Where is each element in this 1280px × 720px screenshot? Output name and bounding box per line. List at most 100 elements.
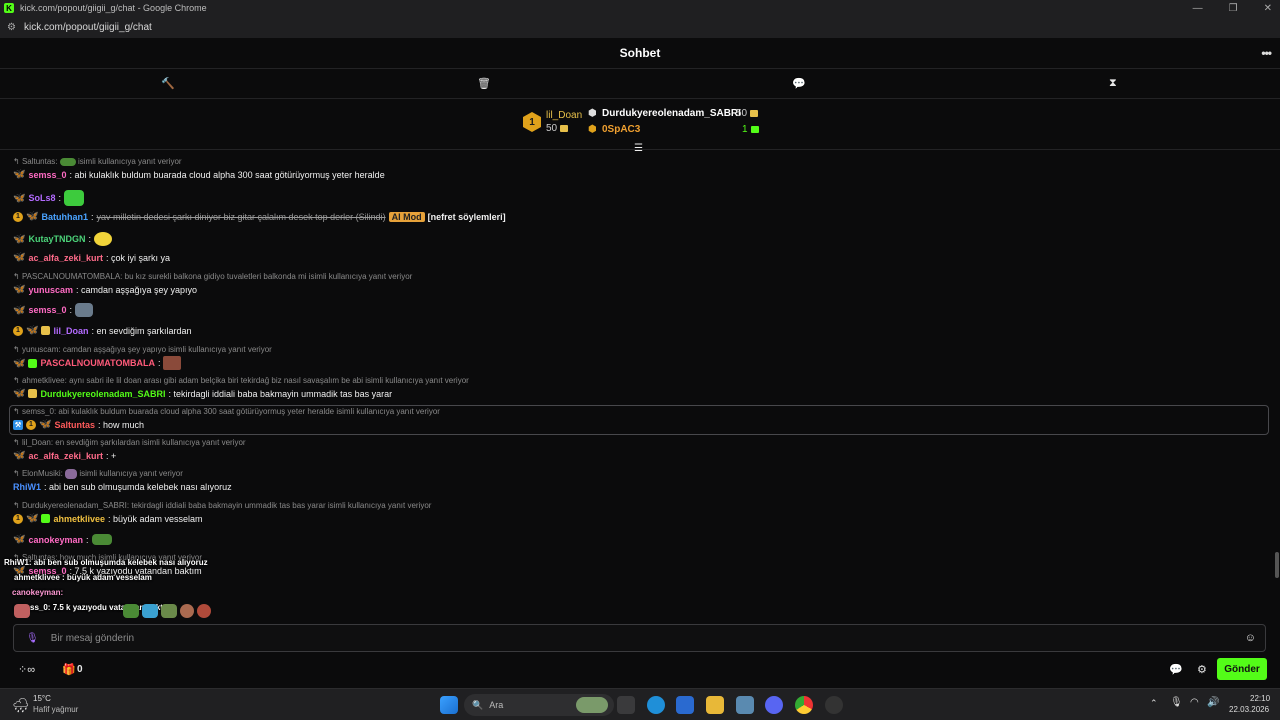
windows-start-icon[interactable] bbox=[440, 696, 458, 714]
butterfly-badge-icon: 🦋 bbox=[26, 211, 39, 222]
leader-third-amount: 1 bbox=[742, 124, 759, 135]
emote bbox=[65, 469, 78, 479]
username[interactable]: Durdukyereolenadam_SABRI bbox=[40, 389, 165, 399]
taskbar-search[interactable]: 🔍 Ara bbox=[464, 694, 614, 716]
tray-chevron-icon[interactable]: ⌃ bbox=[1150, 698, 1158, 709]
maximize-icon[interactable]: ❐ bbox=[1229, 3, 1238, 14]
leader-first-name[interactable]: lil_Doan bbox=[546, 110, 582, 121]
butterfly-badge-icon: 🦋 bbox=[26, 325, 39, 336]
chat-message: 🦋 canokeyman: bbox=[13, 534, 112, 545]
leader-second-amount: 50 bbox=[736, 108, 759, 119]
hourglass-icon[interactable]: ⧗ bbox=[1109, 77, 1117, 90]
gift-badge-icon bbox=[41, 514, 51, 523]
edge-icon[interactable] bbox=[647, 696, 665, 714]
moderation-reason: [nefret söylemleri] bbox=[427, 211, 506, 222]
username[interactable]: ac_alfa_zeki_kurt bbox=[28, 451, 103, 461]
trash-icon[interactable]: 🗑 bbox=[477, 77, 491, 90]
leader-third-name[interactable]: 0SpAC3 bbox=[602, 124, 640, 135]
butterfly-badge-icon: 🦋 bbox=[13, 169, 26, 180]
gift-icon[interactable]: 🎁 bbox=[62, 663, 76, 676]
coin-icon bbox=[750, 109, 759, 117]
chat-settings-bubble-icon[interactable]: 💬 bbox=[1169, 663, 1183, 676]
window-titlebar: K kick.com/popout/giigii_g/chat - Google… bbox=[0, 0, 1280, 16]
tray-microphone-icon[interactable]: 🎙 bbox=[1170, 697, 1183, 708]
username[interactable]: Saltuntas bbox=[54, 420, 95, 430]
microphone-icon[interactable]: 🎙 bbox=[26, 633, 39, 644]
butterfly-badge-icon: 🦋 bbox=[13, 252, 26, 263]
leader-second-name[interactable]: Durdukyereolenadam_SABRI bbox=[602, 108, 741, 119]
reply-context: ↰ ElonMusiki: isimli kullanıcıya yanıt v… bbox=[13, 469, 183, 479]
username[interactable]: Batuhhan1 bbox=[41, 212, 88, 222]
username[interactable]: ac_alfa_zeki_kurt bbox=[28, 253, 103, 263]
username[interactable]: ahmetklivee bbox=[53, 514, 105, 524]
butterfly-badge-icon: 🦋 bbox=[13, 388, 26, 399]
chat-bubble-icon[interactable]: 💬 bbox=[792, 77, 806, 90]
username[interactable]: lil_Doan bbox=[53, 326, 88, 336]
volume-icon[interactable]: 🔊 bbox=[1207, 697, 1219, 708]
reply-context: ↰ Saltuntas: isimli kullanıcıya yanıt ve… bbox=[13, 157, 182, 166]
address-bar[interactable]: ⚙ kick.com/popout/giigii_g/chat bbox=[0, 16, 1280, 38]
wifi-icon[interactable]: ◠ bbox=[1190, 697, 1199, 708]
message-text: : camdan aşşağıya şey yapıyo bbox=[75, 284, 198, 295]
chat-message: 1 🦋 Batuhhan1: yav milletin dedesi şarkı di… bbox=[13, 211, 506, 222]
store-icon[interactable] bbox=[676, 696, 694, 714]
app-icon[interactable] bbox=[825, 696, 843, 714]
emote bbox=[91, 534, 112, 545]
butterfly-badge-icon: 🦋 bbox=[13, 357, 26, 369]
more-options-icon[interactable]: ••• bbox=[1261, 46, 1272, 60]
clock-time[interactable]: 22:10 bbox=[1250, 694, 1270, 703]
butterfly-badge-icon: 🦋 bbox=[13, 534, 26, 545]
weather-icon[interactable]: 🌧 bbox=[12, 697, 30, 714]
search-highlight-icon bbox=[576, 697, 608, 713]
chat-message: RhiW1: abi ben sub olmuşumda kelebek nas… bbox=[13, 482, 232, 492]
rank-badge-icon: 1 bbox=[13, 211, 23, 222]
message-text: : en sevdiğim şarkılardan bbox=[91, 325, 192, 336]
chat-message: 🦋 yunuscam: camdan aşşağıya şey yapıyo bbox=[13, 284, 197, 295]
app-icon[interactable] bbox=[736, 696, 754, 714]
message-text: : + bbox=[106, 450, 117, 461]
gear-icon[interactable]: ⚙ bbox=[1197, 663, 1207, 676]
close-icon[interactable]: ✕ bbox=[1264, 3, 1272, 14]
message-text: : büyük adam vesselam bbox=[107, 513, 203, 524]
reply-context: ↰ Durdukyereolenadam_SABRI: tekirdagli i… bbox=[13, 501, 432, 510]
username[interactable]: semss_0 bbox=[28, 305, 66, 315]
kick-logo-icon: K bbox=[4, 3, 14, 13]
username[interactable]: canokeyman bbox=[28, 535, 83, 545]
message-input[interactable] bbox=[50, 632, 1201, 644]
username[interactable]: SoLs8 bbox=[28, 193, 55, 203]
message-text: : tekirdagli iddiali baba bakmayin ummad… bbox=[168, 388, 393, 399]
emote bbox=[197, 604, 211, 618]
emote bbox=[75, 303, 94, 317]
clock-date[interactable]: 22.03.2026 bbox=[1229, 705, 1269, 714]
ai-mod-badge: AI Mod bbox=[388, 211, 425, 222]
emoji-picker-icon[interactable]: ☺ bbox=[1245, 632, 1256, 644]
chrome-icon[interactable] bbox=[795, 696, 813, 714]
username[interactable]: PASCALNOUMATOMBALA bbox=[40, 358, 155, 368]
minimize-icon[interactable]: — bbox=[1193, 3, 1203, 14]
reply-context: ↰ PASCALNOUMATOMBALA: bu kız surekli bal… bbox=[13, 272, 413, 281]
username[interactable]: yunuscam bbox=[28, 285, 73, 295]
username[interactable]: KutayTNDGN bbox=[28, 234, 85, 244]
task-view-icon[interactable] bbox=[617, 696, 635, 714]
reply-context: ↰ lil_Doan: en sevdiğim şarkılardan isim… bbox=[13, 438, 246, 447]
site-settings-icon[interactable]: ⚙ bbox=[7, 22, 16, 33]
file-explorer-icon[interactable] bbox=[706, 696, 724, 714]
message-text: : bbox=[88, 234, 91, 244]
hammer-icon[interactable]: 🔨 bbox=[161, 77, 175, 90]
chat-message: 🦋 semss_0: bbox=[13, 303, 94, 317]
username[interactable]: RhiW1 bbox=[13, 482, 41, 492]
message-text: : bbox=[69, 305, 73, 315]
username[interactable]: semss_0 bbox=[28, 170, 66, 180]
message-input-box[interactable]: 🎙 ☺ bbox=[13, 624, 1266, 652]
message-text: : çok iyi şarkı ya bbox=[106, 252, 171, 263]
chat-scrollbar[interactable] bbox=[1275, 552, 1279, 578]
discord-icon[interactable] bbox=[765, 696, 783, 714]
send-button[interactable]: Gönder bbox=[1217, 658, 1267, 680]
rank-badge: 1 bbox=[523, 112, 541, 132]
message-text: : bbox=[157, 358, 161, 368]
butterfly-badge-icon: 🦋 bbox=[13, 304, 26, 316]
butterfly-badge-icon: 🦋 bbox=[39, 419, 52, 430]
url-text: kick.com/popout/giigii_g/chat bbox=[23, 21, 152, 33]
coin-icon bbox=[750, 125, 759, 133]
connection-infinity-icon[interactable]: ⁘∞ bbox=[18, 663, 35, 676]
